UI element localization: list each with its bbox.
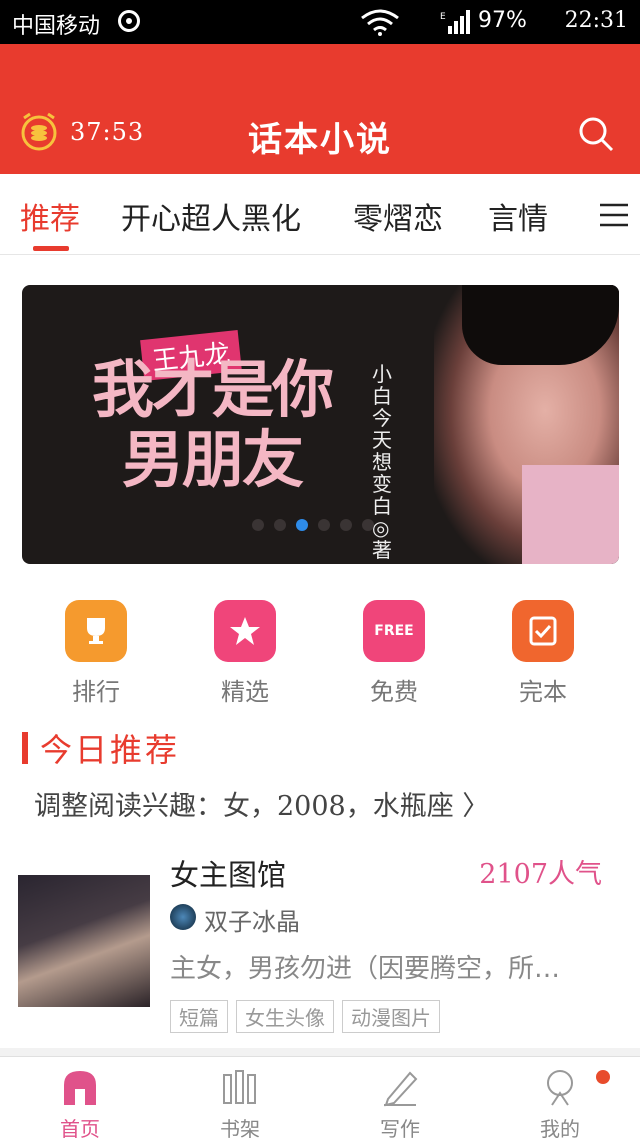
quick-completed-label: 完本 [519, 678, 567, 706]
section-accent-bar [22, 732, 28, 764]
battery-level: 97% [478, 8, 527, 33]
banner-title-line2: 男朋友 [122, 423, 304, 496]
tab-indicator [33, 246, 69, 251]
carousel-dot[interactable] [274, 519, 286, 531]
carousel-indicator [252, 519, 374, 531]
carousel-dot[interactable] [340, 519, 352, 531]
adjust-interest-link[interactable]: 调整阅读兴趣：女，2008，水瓶座 〉 [34, 784, 489, 823]
music-icon [118, 10, 140, 32]
carousel-dot-active[interactable] [296, 519, 308, 531]
carrier-name: 中国移动 [12, 14, 101, 39]
trophy-icon [65, 600, 127, 662]
book-description: 主女，男孩勿进（因要腾空，所… [170, 954, 561, 984]
pencil-icon [384, 1071, 418, 1107]
banner-portrait-shirt [522, 465, 619, 564]
free-tag-text: FREE [374, 623, 414, 639]
banner-author: 小白今天想变白◎著 [372, 362, 392, 562]
banner-title: 我才是你 男朋友 [92, 353, 334, 496]
promo-banner[interactable]: 王九龙 我才是你 男朋友 小白今天想变白◎著 [22, 285, 619, 564]
book-tags: 短篇 女生头像 动漫图片 [170, 1000, 440, 1033]
tab-recommend[interactable]: 推荐 [20, 194, 80, 238]
quick-ranking[interactable]: 排行 [56, 600, 136, 707]
status-time: 22:31 [564, 8, 628, 33]
book-popularity: 2107人气 [479, 859, 602, 890]
nav-mine[interactable]: 我的 [510, 1067, 610, 1142]
check-note-icon [512, 600, 574, 662]
app-title: 话本小说 [248, 120, 392, 160]
quick-ranking-label: 排行 [72, 678, 120, 706]
quick-featured[interactable]: 精选 [205, 600, 285, 707]
section-title: 今日推荐 [40, 731, 181, 769]
bottom-nav: 首页 书架 写作 我的 [0, 1056, 640, 1142]
section-header: 今日推荐 [22, 728, 181, 769]
book-tag[interactable]: 女生头像 [236, 1000, 334, 1033]
book-author[interactable]: 双子冰晶 [204, 902, 300, 937]
nav-home[interactable]: 首页 [30, 1067, 130, 1142]
tab-ling-yi-lian[interactable]: 零熠恋 [353, 194, 443, 238]
notification-dot [596, 1070, 610, 1084]
user-icon [547, 1070, 573, 1106]
carousel-dot[interactable] [362, 519, 374, 531]
wifi-icon [361, 9, 399, 36]
carousel-dot[interactable] [252, 519, 264, 531]
tab-happy-superman[interactable]: 开心超人黑化 [121, 194, 301, 238]
quick-completed[interactable]: 完本 [503, 600, 583, 707]
star-icon [214, 600, 276, 662]
signal-icon: E [440, 10, 470, 34]
menu-icon[interactable] [596, 200, 630, 230]
banner-title-line1: 我才是你 [92, 353, 334, 426]
tab-romance[interactable]: 言情 [488, 194, 548, 238]
nav-bookshelf[interactable]: 书架 [190, 1067, 290, 1142]
svg-text:E: E [440, 12, 446, 22]
status-bar: 中国移动 E 97% 22:31 [0, 0, 640, 44]
app-header: 37:53 话本小说 [0, 44, 640, 174]
nav-write[interactable]: 写作 [350, 1067, 450, 1142]
quick-free[interactable]: FREE 免费 [354, 600, 434, 707]
bookshelf-icon [223, 1070, 256, 1104]
book-title: 女主图馆 [170, 858, 287, 892]
search-icon[interactable] [576, 114, 616, 154]
divider [0, 1048, 640, 1056]
quick-featured-label: 精选 [221, 678, 269, 706]
free-tag-icon: FREE [363, 600, 425, 662]
home-icon [64, 1071, 96, 1105]
book-tag[interactable]: 动漫图片 [342, 1000, 440, 1033]
book-card[interactable]: 女主图馆 2107人气 双子冰晶 主女，男孩勿进（因要腾空，所… 短篇 女生头像… [0, 842, 640, 1042]
category-tabs: 推荐 开心超人黑化 零熠恋 言情 [0, 174, 640, 255]
carousel-dot[interactable] [318, 519, 330, 531]
quick-free-label: 免费 [370, 678, 418, 706]
author-avatar[interactable] [170, 904, 196, 930]
book-cover[interactable] [18, 875, 150, 1007]
book-tag[interactable]: 短篇 [170, 1000, 228, 1033]
